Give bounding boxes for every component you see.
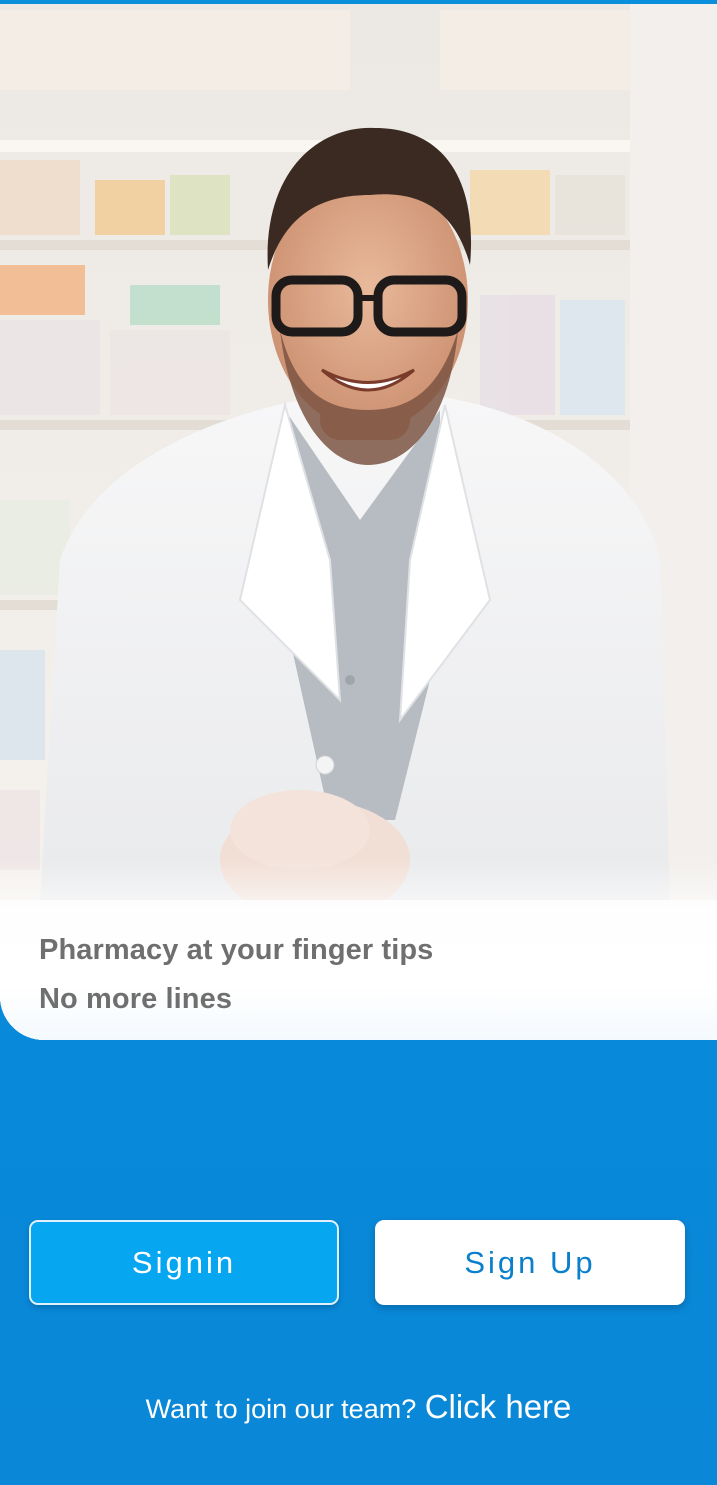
click-here-link[interactable]: Click here xyxy=(425,1388,572,1425)
sign-up-button[interactable]: Sign Up xyxy=(375,1220,685,1305)
tagline-line-2: No more lines xyxy=(39,983,233,1015)
tagline: Pharmacy at your finger tips No more lin… xyxy=(39,926,433,1024)
join-team-prompt: Want to join our team? Click here xyxy=(0,1388,717,1426)
join-team-text: Want to join our team? xyxy=(145,1394,417,1424)
hero-banner: Pharmacy at your finger tips No more lin… xyxy=(0,0,717,1040)
tagline-line-1: Pharmacy at your finger tips xyxy=(39,934,434,966)
status-accent-bar xyxy=(0,0,717,4)
signin-button[interactable]: Signin xyxy=(29,1220,339,1305)
welcome-screen: Pharmacy at your finger tips No more lin… xyxy=(0,0,717,1485)
